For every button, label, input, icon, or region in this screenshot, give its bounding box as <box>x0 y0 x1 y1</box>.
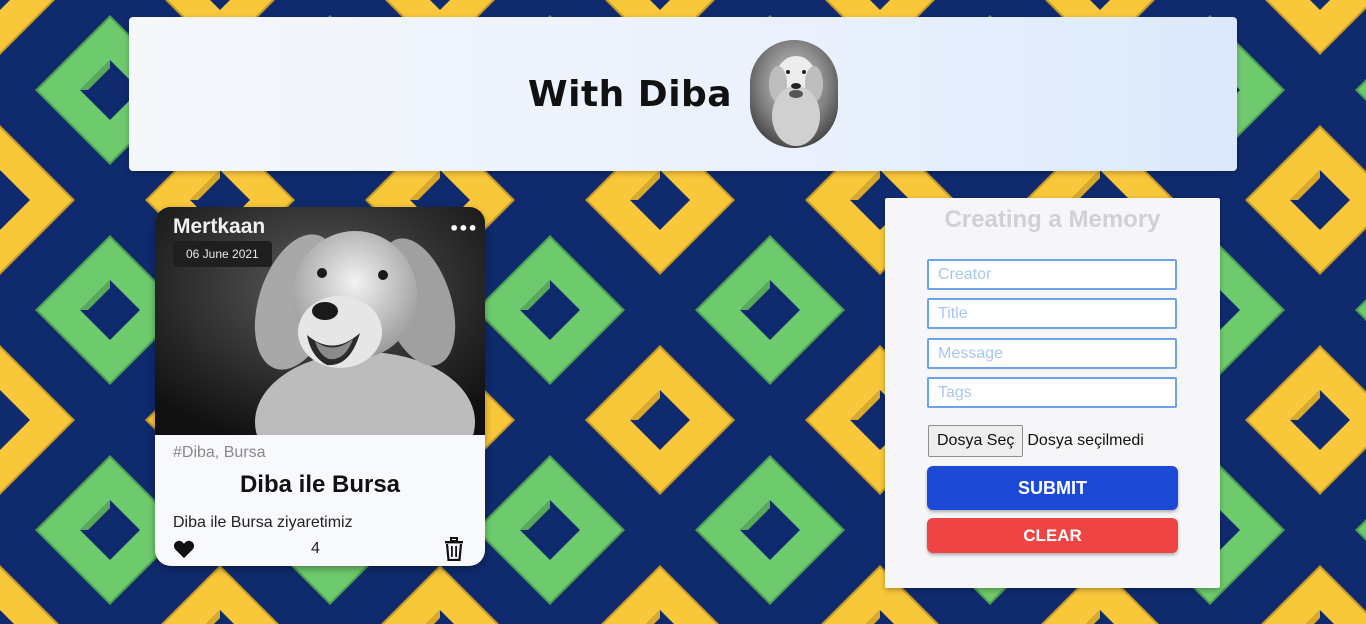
creator-input[interactable] <box>927 259 1177 290</box>
app-header: With Diba <box>129 17 1237 171</box>
choose-file-button[interactable]: Dosya Seç <box>928 425 1024 457</box>
trash-icon[interactable] <box>444 537 464 561</box>
message-input[interactable] <box>927 338 1177 369</box>
card-title: Diba ile Bursa <box>239 471 401 498</box>
card-image: Mertkaan 06 June 2021 ••• <box>155 207 485 492</box>
like-count: 4 <box>311 540 320 557</box>
submit-button[interactable]: SUBMIT <box>927 466 1178 510</box>
heart-icon[interactable] <box>173 539 195 559</box>
form-heading: Creating a Memory <box>944 206 1161 233</box>
card-date: 06 June 2021 <box>173 241 272 267</box>
card-message: Diba ile Bursa ziyaretimiz <box>173 514 353 531</box>
header-avatar-image <box>750 40 839 148</box>
tags-input[interactable] <box>927 377 1177 408</box>
card-tags: #Diba, Bursa <box>173 444 266 461</box>
file-status-text: Dosya seçilmedi <box>1027 432 1144 449</box>
title-input[interactable] <box>927 298 1177 329</box>
memory-card: Mertkaan 06 June 2021 ••• #Diba, Bursa D… <box>155 207 485 566</box>
card-creator-name: Mertkaan <box>173 215 266 238</box>
dog-photo-icon <box>750 40 839 148</box>
app-title: With Diba <box>527 73 733 115</box>
clear-button[interactable]: CLEAR <box>927 518 1178 553</box>
create-memory-form: Creating a Memory Dosya Seç Dosya seçilm… <box>885 198 1220 588</box>
more-horizontal-icon[interactable]: ••• <box>449 219 478 238</box>
file-picker: Dosya Seç Dosya seçilmedi <box>928 425 1144 457</box>
